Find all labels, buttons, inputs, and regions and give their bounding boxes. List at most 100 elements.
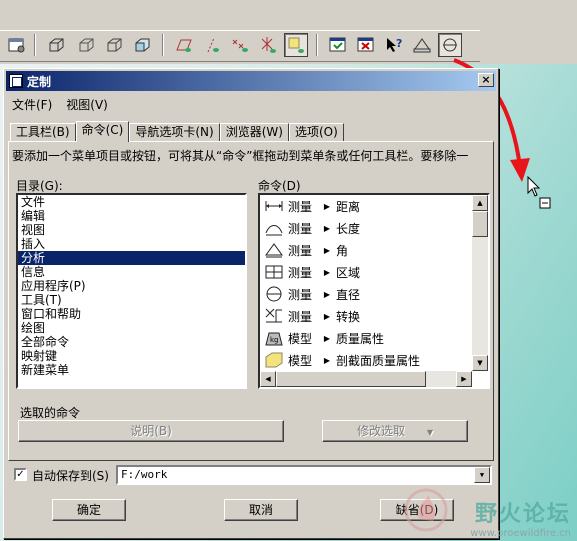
datum-point-icon[interactable] [228, 33, 252, 57]
ok-button[interactable]: 确定 [52, 499, 126, 521]
command-row[interactable]: 测量 ▶ 转换 [260, 305, 488, 327]
combo-dropdown-icon[interactable]: ▼ [474, 467, 490, 483]
scroll-left-icon[interactable]: ◀ [260, 371, 276, 387]
submenu-arrow-icon: ▶ [323, 355, 331, 365]
commands-vertical-scrollbar[interactable]: ▲ ▼ [472, 195, 488, 371]
command-group: 模型 [288, 353, 313, 368]
instruction-text: 要添加一个菜单项目或按钮，可将其从“命令”框拖动到菜单条或任何工具栏。要移除一 [12, 149, 469, 163]
datum-plane-icon[interactable] [172, 33, 196, 57]
context-help-icon[interactable]: ? [382, 33, 406, 57]
cancel-button[interactable]: 取消 [224, 499, 298, 521]
command-name: 角 [336, 243, 349, 258]
list-item[interactable]: 新建菜单 [18, 363, 245, 377]
command-row[interactable]: 测量 ▶ 距离 [260, 195, 488, 217]
hscroll-thumb[interactable] [276, 371, 426, 387]
list-item[interactable]: 窗口和帮助 [18, 307, 245, 321]
scroll-up-icon[interactable]: ▲ [472, 195, 488, 211]
box-wireframe-icon[interactable] [44, 33, 68, 57]
command-group: 测量 [288, 199, 313, 214]
drag-cursor-icon [527, 176, 551, 209]
command-group: 测量 [288, 309, 313, 324]
list-item[interactable]: 信息 [18, 265, 245, 279]
dialog-title: 定制 [27, 74, 52, 89]
command-name: 距离 [336, 199, 361, 214]
command-name: 质量属性 [336, 331, 385, 346]
tab-strip: 工具栏(B) 命令(C) 导航选项卡(N) 浏览器(W) 选项(O) [10, 121, 344, 142]
list-item-selected[interactable]: 分析 [18, 251, 245, 265]
menu-view[interactable]: 视图(V) [66, 96, 108, 113]
command-row[interactable]: 模型 ▶ 剖截面质量属性 [260, 349, 488, 371]
list-item[interactable]: 绘图 [18, 321, 245, 335]
submenu-arrow-icon: ▶ [323, 267, 331, 277]
submenu-arrow-icon: ▶ [323, 201, 331, 211]
command-name: 区域 [336, 265, 361, 280]
categories-list[interactable]: 文件 编辑 视图 插入 分析 信息 应用程序(P) 工具(T) 窗口和帮助 绘图… [16, 193, 247, 389]
autosave-path-combo[interactable]: F:/work ▼ [116, 465, 492, 485]
list-item[interactable]: 应用程序(P) [18, 279, 245, 293]
customize-dialog: 定制 × 文件(F) 视图(V) 工具栏(B) 命令(C) 导航选项卡(N) 浏… [3, 68, 499, 539]
list-item[interactable]: 插入 [18, 237, 245, 251]
box-hidden-icon[interactable] [74, 33, 98, 57]
coordinate-system-icon[interactable] [256, 33, 280, 57]
list-item[interactable]: 视图 [18, 223, 245, 237]
box-nohidden-icon[interactable] [102, 33, 126, 57]
watermark-logo-icon [404, 488, 448, 532]
command-row[interactable]: 测量 ▶ 区域 [260, 261, 488, 283]
command-row[interactable]: 测量 ▶ 角 [260, 239, 488, 261]
tab-navigator[interactable]: 导航选项卡(N) [129, 123, 220, 142]
svg-text:kg: kg [270, 336, 279, 344]
command-group: 模型 [288, 331, 313, 346]
dialog-menubar: 文件(F) 视图(V) [12, 96, 108, 113]
tab-commands[interactable]: 命令(C) [75, 121, 130, 142]
command-group: 测量 [288, 221, 313, 236]
command-group: 测量 [288, 265, 313, 280]
submenu-arrow-icon: ▶ [323, 245, 331, 255]
scroll-right-icon[interactable]: ▶ [456, 371, 472, 387]
annotation-icon[interactable] [284, 33, 308, 57]
command-row[interactable]: 测量 ▶ 直径 [260, 283, 488, 305]
tab-options[interactable]: 选项(O) [288, 123, 344, 142]
distance-icon [263, 196, 285, 216]
submenu-arrow-icon: ▶ [323, 333, 331, 343]
list-item[interactable]: 工具(T) [18, 293, 245, 307]
list-item[interactable]: 映射键 [18, 349, 245, 363]
categories-label: 目录(G): [16, 179, 63, 193]
transform-icon [263, 306, 285, 326]
autosave-checkbox[interactable]: ✓ [14, 468, 27, 481]
modify-selection-button[interactable]: 修改选取 ▼ [322, 420, 468, 442]
selected-command-label: 选取的命令 [20, 406, 81, 420]
command-row[interactable]: 测量 ▶ 长度 [260, 217, 488, 239]
section-mass-icon [263, 350, 285, 370]
describe-button[interactable]: 说明(B) [18, 420, 284, 442]
commands-list[interactable]: 测量 ▶ 距离 测量 ▶ 长度 测量 ▶ 角 测量 ▶ 区域 测量 ▶ 直径 测… [258, 193, 490, 389]
scroll-down-icon[interactable]: ▼ [472, 355, 488, 371]
length-icon [263, 218, 285, 238]
dialog-titlebar[interactable]: 定制 × [6, 71, 496, 91]
modify-selection-label: 修改选取 [357, 424, 406, 438]
close-button[interactable]: × [478, 73, 494, 87]
list-item[interactable]: 编辑 [18, 209, 245, 223]
window-close-icon[interactable] [354, 33, 378, 57]
watermark: 野火论坛 www.proewildfire.cn [404, 488, 571, 539]
measure-icon[interactable] [410, 33, 434, 57]
commands-horizontal-scrollbar[interactable]: ◀ ▶ [260, 371, 472, 387]
tab-toolbars[interactable]: 工具栏(B) [10, 123, 76, 142]
datum-axis-icon[interactable] [200, 33, 224, 57]
window-activate-icon[interactable] [326, 33, 350, 57]
diameter-icon [263, 284, 285, 304]
list-item[interactable]: 全部命令 [18, 335, 245, 349]
mass-properties-icon: kg [263, 328, 285, 348]
submenu-arrow-icon: ▶ [323, 223, 331, 233]
command-row[interactable]: kg 模型 ▶ 质量属性 [260, 327, 488, 349]
watermark-url: www.proewildfire.cn [470, 528, 571, 539]
menu-file[interactable]: 文件(F) [12, 96, 52, 113]
scroll-thumb[interactable] [472, 211, 488, 237]
commands-label: 命令(D) [258, 179, 301, 193]
box-shaded-icon[interactable] [130, 33, 154, 57]
area-icon [263, 262, 285, 282]
list-item[interactable]: 文件 [18, 195, 245, 209]
tab-browser[interactable]: 浏览器(W) [219, 123, 289, 142]
command-name: 长度 [336, 221, 361, 236]
window-icon[interactable] [5, 33, 29, 57]
dialog-app-icon [9, 74, 23, 88]
